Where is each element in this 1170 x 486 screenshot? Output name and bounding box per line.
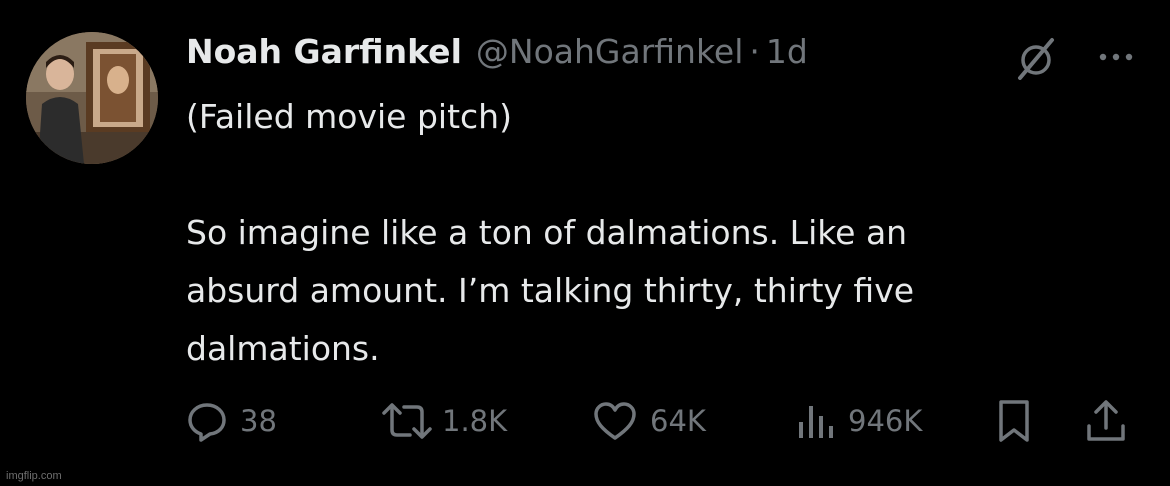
views-count: 946K [848, 404, 923, 438]
bookmark-button[interactable] [994, 396, 1034, 446]
share-icon [1087, 400, 1125, 441]
timestamp[interactable]: 1d [766, 32, 808, 71]
repost-count: 1.8K [442, 404, 508, 438]
share-button[interactable] [1084, 396, 1128, 446]
like-button[interactable]: 64K [592, 396, 706, 446]
author-handle[interactable]: @NoahGarfinkel [476, 32, 743, 71]
tweet-header: Noah Garfinkel @NoahGarfinkel · 1d [186, 32, 808, 78]
reply-icon [188, 403, 226, 442]
grok-icon[interactable] [1014, 36, 1058, 80]
reply-count: 38 [240, 404, 277, 438]
more-icon[interactable] [1096, 42, 1136, 72]
tweet-text: (Failed movie pitch) So imagine like a t… [186, 88, 1086, 378]
author-name[interactable]: Noah Garfinkel [186, 32, 462, 71]
repost-icon [382, 403, 432, 439]
avatar-photo [26, 32, 158, 164]
bookmark-icon [999, 400, 1029, 442]
like-count: 64K [650, 404, 706, 438]
tweet-line: (Failed movie pitch) [186, 97, 512, 136]
tweet-line: absurd amount. I’m talking thirty, thirt… [186, 271, 915, 310]
avatar[interactable] [26, 32, 158, 164]
header-separator: · [749, 32, 760, 71]
like-icon [594, 402, 636, 440]
tweet-line: dalmations. [186, 329, 380, 368]
action-bar: 38 1.8K 64K 946K [186, 396, 1146, 446]
reply-button[interactable]: 38 [186, 396, 277, 446]
tweet-line: So imagine like a ton of dalmations. Lik… [186, 213, 908, 252]
repost-button[interactable]: 1.8K [380, 396, 507, 446]
watermark: imgflip.com [6, 470, 62, 482]
views-icon [799, 406, 833, 438]
views-button[interactable]: 946K [794, 396, 922, 446]
